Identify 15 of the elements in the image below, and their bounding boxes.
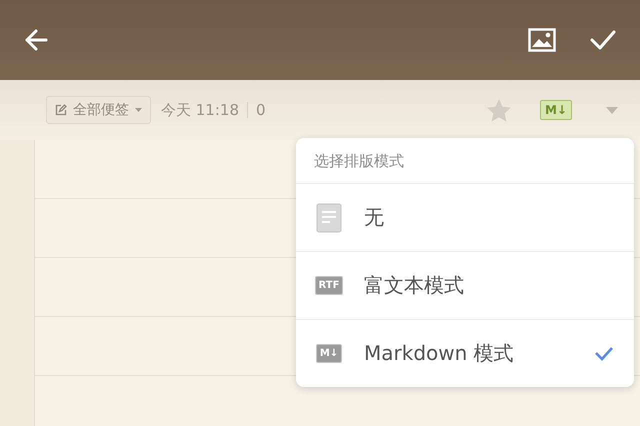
- caret-icon: [135, 108, 142, 112]
- image-icon[interactable]: [528, 28, 556, 52]
- markdown-icon: M↓: [316, 344, 342, 363]
- menu-item[interactable]: M↓ Markdown 模式: [296, 319, 634, 387]
- star-icon[interactable]: [486, 98, 512, 122]
- back-icon[interactable]: [24, 29, 48, 51]
- edit-icon: [55, 104, 67, 116]
- menu-item[interactable]: 无: [296, 183, 634, 251]
- document-icon: [316, 202, 342, 232]
- menu-item[interactable]: RTF 富文本模式: [296, 251, 634, 319]
- menu-title: 选择排版模式: [313, 151, 405, 172]
- character-count: 0: [256, 101, 266, 119]
- check-icon[interactable]: [590, 30, 616, 50]
- note-date: 今天 11:18: [161, 100, 239, 120]
- rtf-icon: RTF: [314, 276, 344, 295]
